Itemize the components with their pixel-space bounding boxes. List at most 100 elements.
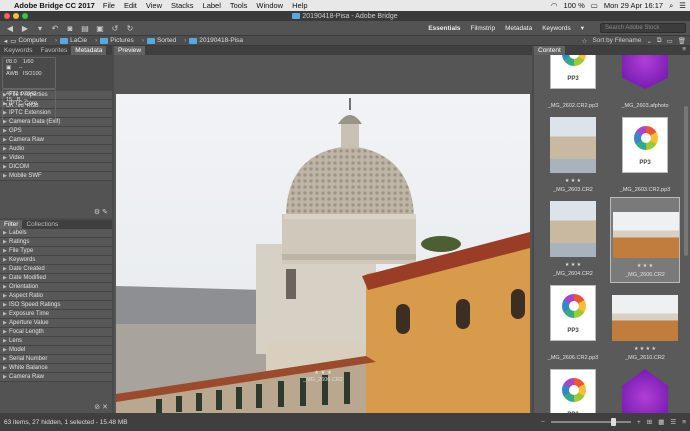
content-thumbnail[interactable]: ★ ★ ★ _MG_2603.CR2 bbox=[538, 113, 608, 199]
workspace-metadata[interactable]: Metadata bbox=[505, 25, 532, 32]
folder-icon bbox=[189, 37, 198, 44]
preview-filename: _MG_2606.CR2 bbox=[303, 377, 343, 383]
open-recent-file-icon[interactable]: ⧉ bbox=[657, 37, 662, 45]
tab-collections[interactable]: Collections bbox=[22, 220, 62, 229]
menu-view[interactable]: View bbox=[146, 1, 162, 10]
menu-extras-icon[interactable]: ☰ bbox=[679, 1, 686, 10]
filter-lock-icon[interactable]: ⊘ bbox=[94, 404, 100, 411]
sort-dropdown[interactable]: Sort by Filename bbox=[592, 37, 641, 44]
camera-info-box: f/8.0 1/60 ▣ -- AWB ISO100 bbox=[2, 57, 56, 89]
metadata-section[interactable]: ▶ Mobile SWF bbox=[0, 172, 112, 181]
pp3-file-icon: PP3 bbox=[550, 369, 596, 413]
content-thumbnail[interactable]: PP3 _MG_2602.CR2.pp3 bbox=[538, 55, 608, 115]
breadcrumb-pisa[interactable]: 20190418-Pisa bbox=[189, 37, 243, 44]
lock-icon[interactable]: ⊞ bbox=[647, 418, 652, 426]
menu-tools[interactable]: Tools bbox=[230, 1, 248, 10]
sort-direction-icon[interactable]: ⌄ bbox=[646, 37, 651, 45]
content-thumbnail[interactable]: PP3 _MG_2606.CR2.pp3 bbox=[538, 281, 608, 367]
tab-preview[interactable]: Preview bbox=[114, 46, 146, 55]
tab-favorites[interactable]: Favorites bbox=[37, 46, 72, 55]
slider-handle[interactable] bbox=[610, 418, 616, 426]
menu-bar: Adobe Bridge CC 2017 File Edit View Stac… bbox=[0, 0, 690, 11]
content-panel: Content ≡ PP3 _MG_2602.CR2.pp3 _MG_2603.afp… bbox=[534, 46, 690, 413]
content-thumbnail[interactable]: ★ ★ ★ ★ _MG_2610.CR2 bbox=[610, 281, 680, 367]
workspace-keywords[interactable]: Keywords bbox=[542, 25, 571, 32]
tab-keywords[interactable]: Keywords bbox=[0, 46, 37, 55]
thumbnail-size-slider[interactable] bbox=[550, 418, 631, 426]
menu-help[interactable]: Help bbox=[292, 1, 307, 10]
breadcrumb-computer[interactable]: ▭ Computer bbox=[10, 37, 47, 45]
menu-label[interactable]: Label bbox=[203, 1, 221, 10]
refine-icon[interactable]: ▤ bbox=[79, 23, 91, 34]
content-thumbnail[interactable]: ★ ★ ★ _MG_2604.CR2 bbox=[538, 197, 608, 283]
thumbnail-filename: _MG_2603.CR2.pp3 bbox=[619, 187, 671, 193]
pp3-file-icon: PP3 bbox=[550, 55, 596, 89]
boomerang-icon[interactable]: ↶ bbox=[49, 23, 61, 34]
recent-icon[interactable]: ▾ bbox=[34, 23, 46, 34]
battery-label[interactable]: 100 % bbox=[563, 1, 584, 10]
delete-icon[interactable]: 🗑 bbox=[678, 37, 686, 45]
breadcrumb-pictures[interactable]: Pictures bbox=[100, 37, 134, 44]
content-thumbnail[interactable]: PP3 bbox=[538, 365, 608, 413]
zoom-out-icon[interactable]: − bbox=[541, 419, 545, 426]
rotate-right-icon[interactable]: ↻ bbox=[124, 23, 136, 34]
open-recent-icon[interactable]: ▣ bbox=[94, 23, 106, 34]
thumbnail-filename: _MG_2603.CR2 bbox=[553, 187, 593, 193]
photo-thumbnail-image bbox=[550, 201, 596, 257]
content-grid: PP3 _MG_2602.CR2.pp3 _MG_2603.afphoto ★ ★ ★… bbox=[534, 55, 684, 413]
menu-stacks[interactable]: Stacks bbox=[171, 1, 194, 10]
thumbnail-rating: ★ ★ ★ bbox=[564, 178, 582, 184]
search-input[interactable]: Search Adobe Stock bbox=[600, 23, 686, 33]
status-text: 63 items, 27 hidden, 1 selected - 15.48 … bbox=[4, 418, 128, 426]
forward-icon[interactable]: ▶ bbox=[19, 23, 31, 34]
workspace-menu-icon[interactable]: ▾ bbox=[581, 24, 584, 32]
minimize-window-button[interactable] bbox=[13, 13, 19, 19]
preview-rating: ★ ★ ★ bbox=[314, 370, 332, 376]
wifi-icon[interactable]: ◠ bbox=[551, 1, 558, 10]
metadata-settings-icon[interactable]: ⚙ bbox=[94, 209, 100, 216]
drive-icon bbox=[60, 37, 69, 44]
rotate-left-icon[interactable]: ↺ bbox=[109, 23, 121, 34]
filter-clear-icon[interactable]: ✕ bbox=[102, 404, 108, 411]
view-details-icon[interactable]: ☰ bbox=[670, 418, 676, 426]
app-menu[interactable]: Adobe Bridge CC 2017 bbox=[14, 1, 95, 10]
zoom-window-button[interactable] bbox=[22, 13, 28, 19]
content-scrollbar[interactable] bbox=[684, 106, 688, 256]
breadcrumb-sorted[interactable]: Sorted bbox=[146, 37, 176, 44]
photo-thumbnail-image bbox=[612, 295, 678, 341]
content-thumbnail[interactable]: PP3 _MG_2603.CR2.pp3 bbox=[610, 113, 680, 199]
clock[interactable]: Mon 29 Apr 16:17 bbox=[604, 1, 663, 10]
metadata-sections: ▶ File Properties ▶ IPTC Core ▶ IPTC Extensio… bbox=[0, 91, 112, 181]
thumbnail-rating: ★ ★ ★ bbox=[564, 262, 582, 268]
close-window-button[interactable] bbox=[4, 13, 10, 19]
view-grid-icon[interactable]: ▦ bbox=[658, 418, 664, 426]
filter-item[interactable]: ▶ Camera Raw bbox=[0, 373, 112, 382]
star-filter-icon[interactable]: ☆ bbox=[582, 37, 588, 45]
thumbnail-filename: _MG_2602.CR2.pp3 bbox=[547, 103, 599, 109]
thumbnail-filename: _MG_2606.CR2.pp3 bbox=[547, 355, 599, 361]
content-thumbnail[interactable]: ★ ★ ★ _MG_2606.CR2 bbox=[610, 197, 680, 283]
tab-metadata[interactable]: Metadata bbox=[71, 46, 107, 55]
workspace-essentials[interactable]: Essentials bbox=[428, 25, 460, 32]
path-back-icon[interactable]: ◂ bbox=[4, 37, 7, 45]
menu-window[interactable]: Window bbox=[256, 1, 283, 10]
breadcrumb-lacie[interactable]: LaCie bbox=[60, 37, 87, 44]
menu-edit[interactable]: Edit bbox=[124, 1, 137, 10]
search-icon[interactable]: ⌕ bbox=[669, 1, 673, 11]
window-title: 20190418-Pisa - Adobe Bridge bbox=[302, 12, 398, 20]
new-folder-icon[interactable]: ▭ bbox=[667, 37, 673, 45]
preview-panel: Preview ★ ★ ★ _MG_2606.CR2 bbox=[114, 46, 532, 416]
tab-content[interactable]: Content bbox=[534, 46, 565, 55]
back-icon[interactable]: ◀ bbox=[4, 23, 16, 34]
content-thumbnail[interactable] bbox=[610, 365, 680, 413]
camera-icon[interactable]: ◙ bbox=[64, 23, 76, 34]
zoom-in-icon[interactable]: + bbox=[637, 419, 641, 426]
menu-file[interactable]: File bbox=[103, 1, 115, 10]
workspace-filmstrip[interactable]: Filmstrip bbox=[471, 25, 496, 32]
battery-icon[interactable]: ▭ bbox=[591, 1, 598, 10]
view-list-icon[interactable]: ≡ bbox=[682, 419, 686, 426]
content-thumbnail[interactable]: _MG_2603.afphoto bbox=[610, 55, 680, 115]
preview-image[interactable] bbox=[116, 94, 530, 416]
metadata-clear-icon[interactable]: ✎ bbox=[102, 209, 108, 216]
panel-menu-icon[interactable]: ≡ bbox=[682, 46, 690, 55]
